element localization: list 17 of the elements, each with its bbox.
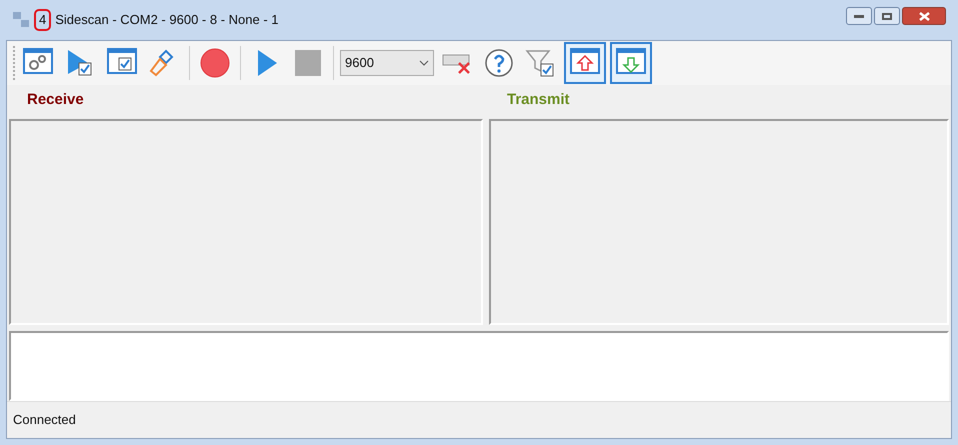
maximize-button[interactable] [874, 7, 900, 25]
stop-icon [292, 47, 324, 79]
close-button[interactable] [902, 7, 946, 25]
network-icon [12, 11, 30, 29]
chevron-down-icon [419, 60, 429, 66]
pane-label: Transmit [506, 90, 571, 110]
minimize-button[interactable] [846, 7, 872, 25]
toolbar-button[interactable] [610, 42, 652, 84]
pane-label: Receive [26, 90, 85, 110]
record-icon [199, 47, 231, 79]
status-text: Connected [13, 411, 76, 430]
window-number: 4 [34, 9, 52, 31]
window-title: Sidescan - COM2 - 9600 - 8 - None - 1 [55, 11, 278, 30]
close-icon [918, 12, 930, 20]
toolbar-button[interactable] [564, 42, 606, 84]
help-icon [483, 47, 515, 79]
baud-rate-dropdown[interactable]: 9600 [340, 50, 434, 76]
